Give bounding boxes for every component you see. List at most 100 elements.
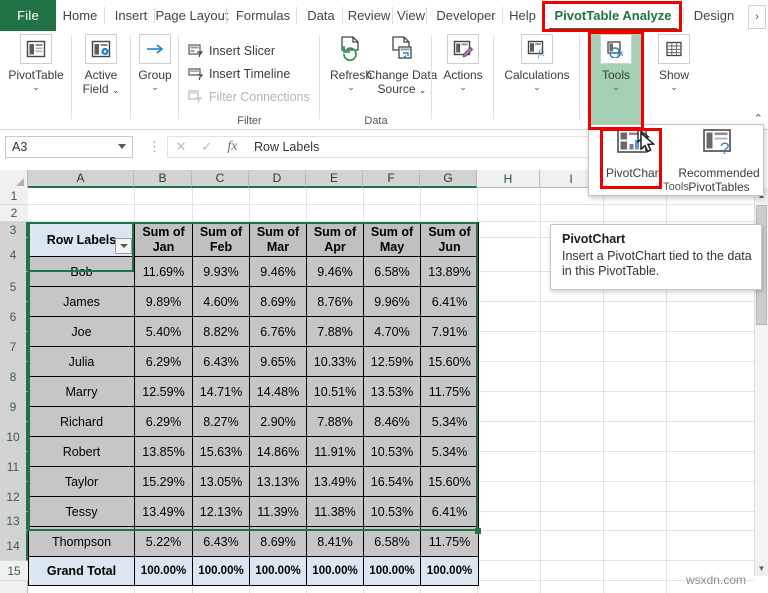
- pivot-value-cell[interactable]: 9.46%: [249, 256, 307, 287]
- pivot-value-cell[interactable]: 12.13%: [192, 496, 250, 527]
- row-header-8[interactable]: 8: [0, 362, 28, 392]
- pivot-row-label-cell[interactable]: Robert: [28, 436, 135, 467]
- row-header-10[interactable]: 10: [0, 422, 28, 452]
- pivottable-button[interactable]: PivotTable ⌄: [8, 34, 64, 92]
- pivot-value-cell[interactable]: 10.33%: [306, 346, 364, 377]
- row-header-11[interactable]: 11: [0, 452, 28, 482]
- pivot-data-row[interactable]: Taylor 15.29% 13.05% 13.13% 13.49% 16.54% 15.6…: [28, 466, 479, 497]
- pivot-value-cell[interactable]: 15.60%: [420, 466, 479, 497]
- pivot-value-cell[interactable]: 11.75%: [420, 526, 479, 557]
- pivot-column-header[interactable]: Sum of May: [363, 222, 421, 257]
- tab-developer[interactable]: Developer: [432, 0, 500, 31]
- fill-handle[interactable]: [475, 528, 481, 534]
- tab-help[interactable]: Help: [508, 0, 537, 31]
- name-box[interactable]: A3: [5, 136, 133, 158]
- pivot-value-cell[interactable]: 14.86%: [249, 436, 307, 467]
- column-header-C[interactable]: C: [192, 170, 249, 188]
- pivot-value-cell[interactable]: 8.69%: [249, 526, 307, 557]
- pivot-row-label-cell[interactable]: Richard: [28, 406, 135, 437]
- pivot-column-header[interactable]: Sum of Apr: [306, 222, 364, 257]
- pivot-value-cell[interactable]: 16.54%: [363, 466, 421, 497]
- column-header-A[interactable]: A: [28, 170, 134, 188]
- pivot-value-cell[interactable]: 8.27%: [192, 406, 250, 437]
- pivot-column-header[interactable]: Sum of Mar: [249, 222, 307, 257]
- pivot-value-cell[interactable]: 6.43%: [192, 526, 250, 557]
- row-header-15[interactable]: 15: [0, 561, 28, 581]
- row-header-3[interactable]: 3: [0, 222, 28, 238]
- pivot-data-row[interactable]: Tessy 13.49% 12.13% 11.39% 11.38% 10.53% 6.41%: [28, 496, 479, 527]
- column-header-D[interactable]: D: [249, 170, 306, 188]
- pivot-row-label-cell[interactable]: Marry: [28, 376, 135, 407]
- pivot-grand-total-cell[interactable]: 100.00%: [420, 556, 479, 586]
- pivot-value-cell[interactable]: 6.76%: [249, 316, 307, 347]
- pivot-grand-total-cell[interactable]: 100.00%: [249, 556, 307, 586]
- pivot-value-cell[interactable]: 6.41%: [420, 286, 479, 317]
- cancel-icon[interactable]: ✕: [176, 139, 187, 155]
- pivot-table[interactable]: Row Labels Sum of Jan Sum of Feb Sum of Mar Sum…: [28, 222, 479, 586]
- chevron-down-icon[interactable]: ⌄: [459, 83, 467, 92]
- chevron-down-icon[interactable]: ⌄: [670, 83, 678, 92]
- chevron-down-icon[interactable]: ⌄: [151, 83, 159, 92]
- pivot-column-header[interactable]: Sum of Feb: [192, 222, 250, 257]
- pivot-column-header[interactable]: Sum of Jan: [134, 222, 193, 257]
- pivot-value-cell[interactable]: 7.88%: [306, 316, 364, 347]
- row-header-5[interactable]: 5: [0, 272, 28, 302]
- row-header-12[interactable]: 12: [0, 482, 28, 512]
- pivot-value-cell[interactable]: 15.60%: [420, 346, 479, 377]
- pivot-value-cell[interactable]: 6.29%: [134, 346, 193, 377]
- group-button[interactable]: Group ⌄: [138, 34, 172, 92]
- pivot-row-label-cell[interactable]: Tessy: [28, 496, 135, 527]
- pivot-value-cell[interactable]: 13.13%: [249, 466, 307, 497]
- pivot-value-cell[interactable]: 7.91%: [420, 316, 479, 347]
- pivot-row-label-cell[interactable]: Thompson: [28, 526, 135, 557]
- pivot-value-cell[interactable]: 11.69%: [134, 256, 193, 287]
- pivot-value-cell[interactable]: 11.75%: [420, 376, 479, 407]
- show-button[interactable]: Show ⌄: [658, 34, 690, 92]
- pivot-value-cell[interactable]: 6.43%: [192, 346, 250, 377]
- column-header-F[interactable]: F: [363, 170, 420, 188]
- pivot-value-cell[interactable]: 5.40%: [134, 316, 193, 347]
- pivot-value-cell[interactable]: 10.53%: [363, 436, 421, 467]
- tab-page-layout[interactable]: Page Layout: [156, 0, 229, 31]
- pivot-value-cell[interactable]: 10.53%: [363, 496, 421, 527]
- pivot-data-row[interactable]: Marry 12.59% 14.71% 14.48% 10.51% 13.53% 11.75…: [28, 376, 479, 407]
- scroll-down-icon[interactable]: ▼: [755, 561, 768, 576]
- tab-home[interactable]: Home: [58, 0, 102, 31]
- pivot-value-cell[interactable]: 13.49%: [134, 496, 193, 527]
- pivot-data-row[interactable]: Robert 13.85% 15.63% 14.86% 11.91% 10.53% 5.34…: [28, 436, 479, 467]
- pivot-data-row[interactable]: Richard 6.29% 8.27% 2.90% 7.88% 8.46% 5.34%: [28, 406, 479, 437]
- tab-review[interactable]: Review: [348, 0, 391, 31]
- insert-timeline-item[interactable]: Insert Timeline: [187, 64, 290, 83]
- pivot-value-cell[interactable]: 6.58%: [363, 256, 421, 287]
- actions-button[interactable]: Actions ⌄: [443, 34, 483, 92]
- row-header-7[interactable]: 7: [0, 332, 28, 362]
- row-header-2[interactable]: 2: [0, 205, 28, 222]
- pivot-data-row[interactable]: Bob 11.69% 9.93% 9.46% 9.46% 6.58% 13.89%: [28, 256, 479, 287]
- pivot-value-cell[interactable]: 14.71%: [192, 376, 250, 407]
- pivot-value-cell[interactable]: 9.46%: [306, 256, 364, 287]
- chevron-down-icon[interactable]: ⌄: [612, 83, 620, 92]
- row-header-1[interactable]: 1: [0, 188, 28, 205]
- tab-insert[interactable]: Insert: [110, 0, 152, 31]
- pivot-data-row[interactable]: Julia 6.29% 6.43% 9.65% 10.33% 12.59% 15.60%: [28, 346, 479, 377]
- insert-function-icon[interactable]: fx: [227, 139, 237, 155]
- pivot-value-cell[interactable]: 13.53%: [363, 376, 421, 407]
- insert-slicer-item[interactable]: Insert Slicer: [187, 41, 275, 60]
- pivot-data-row[interactable]: Thompson 5.22% 6.43% 8.69% 8.41% 6.58% 11.75%: [28, 526, 479, 557]
- chevron-down-icon[interactable]: ⌄: [533, 83, 541, 92]
- pivot-value-cell[interactable]: 8.82%: [192, 316, 250, 347]
- pivot-row-label-cell[interactable]: Taylor: [28, 466, 135, 497]
- pivotchart-menu-item[interactable]: PivotChart: [595, 127, 673, 180]
- column-header-G[interactable]: G: [420, 170, 477, 188]
- confirm-icon[interactable]: ✓: [201, 139, 212, 155]
- pivot-value-cell[interactable]: 13.49%: [306, 466, 364, 497]
- row-header-6[interactable]: 6: [0, 302, 28, 332]
- pivot-value-cell[interactable]: 10.51%: [306, 376, 364, 407]
- tab-formulas[interactable]: Formulas: [232, 0, 294, 31]
- pivot-grand-total-row[interactable]: Grand Total 100.00% 100.00% 100.00% 100.00% 1…: [28, 556, 479, 586]
- pivot-grand-total-cell[interactable]: 100.00%: [306, 556, 364, 586]
- select-all-corner[interactable]: [0, 170, 28, 188]
- pivot-grand-total-cell[interactable]: 100.00%: [192, 556, 250, 586]
- pivot-value-cell[interactable]: 14.48%: [249, 376, 307, 407]
- pivot-value-cell[interactable]: 6.58%: [363, 526, 421, 557]
